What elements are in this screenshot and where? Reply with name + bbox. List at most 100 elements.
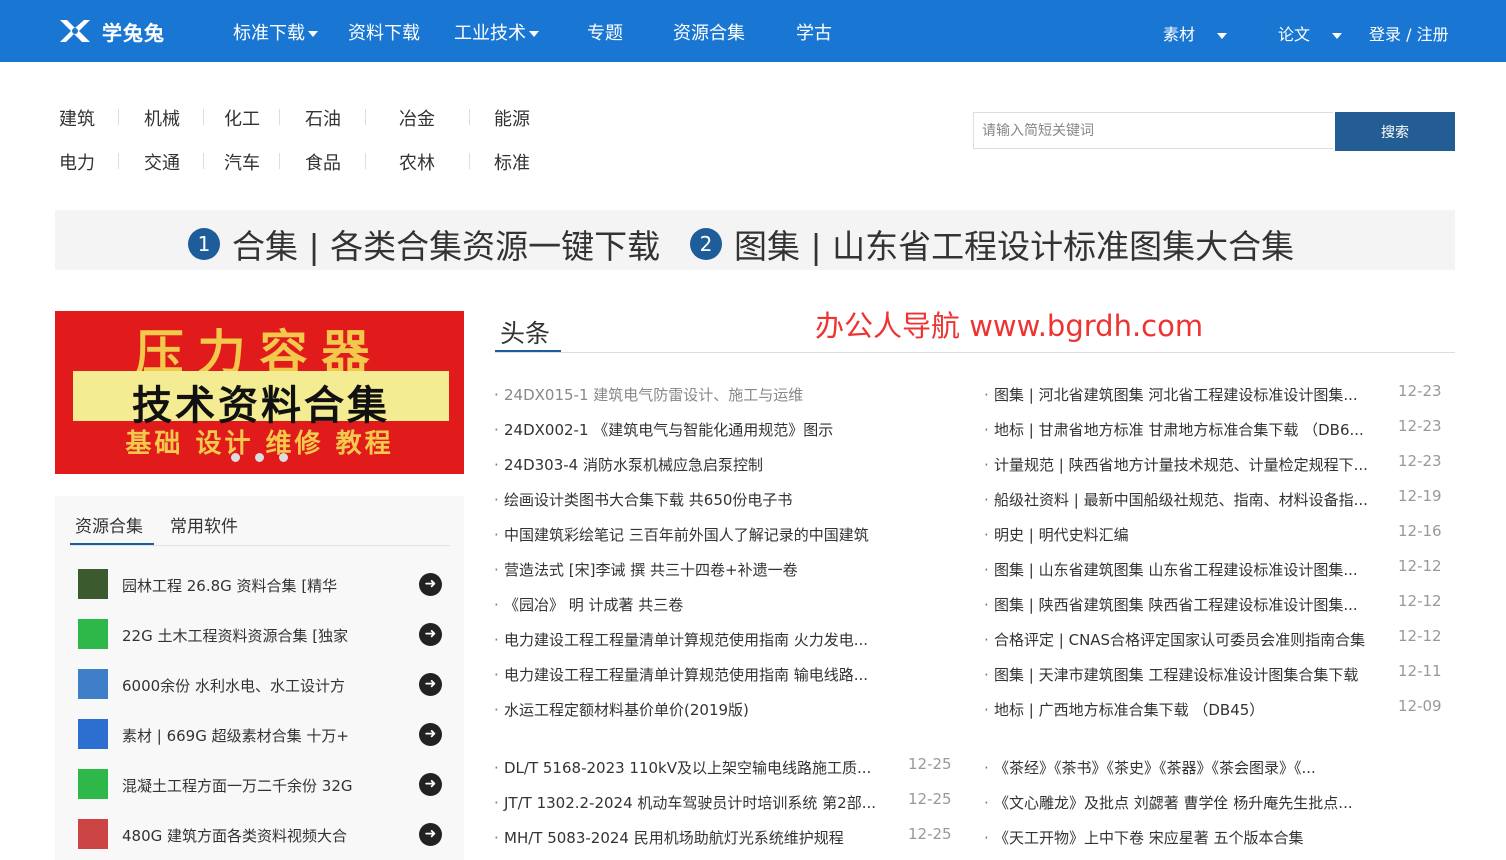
category-link[interactable]: 石油 bbox=[305, 105, 341, 131]
category-link[interactable]: 能源 bbox=[494, 105, 530, 131]
news-link[interactable]: · JT/T 1302.2-2024 机动车驾驶员计时培训系统 第2部... bbox=[494, 792, 892, 813]
news-title: 地标 | 广西地方标准合集下载 （DB45） bbox=[994, 701, 1265, 719]
news-link[interactable]: · 电力建设工程工程量清单计算规范使用指南 火力发电... bbox=[494, 629, 914, 650]
arrow-right-icon[interactable]: ➜ bbox=[419, 623, 442, 646]
nav-material-download[interactable]: 资料下载 bbox=[348, 19, 420, 45]
resource-title: 6000余份 水利水电、水工设计方 bbox=[122, 677, 345, 695]
news-title: MH/T 5083-2024 民用机场助航灯光系统维护规程 bbox=[504, 829, 844, 847]
carousel-dot[interactable] bbox=[255, 453, 264, 462]
tab-common-software[interactable]: 常用软件 bbox=[170, 512, 238, 537]
category-link[interactable]: 冶金 bbox=[399, 105, 435, 131]
news-link[interactable]: · DL/T 5168-2023 110kV及以上架空输电线路施工质... bbox=[494, 757, 892, 778]
bullet: · bbox=[494, 561, 499, 579]
bullet: · bbox=[494, 759, 499, 777]
divider bbox=[365, 109, 366, 125]
news-link[interactable]: · 电力建设工程工程量清单计算规范使用指南 输电线路... bbox=[494, 664, 914, 685]
category-link[interactable]: 标准 bbox=[494, 149, 530, 175]
nav-xuegu[interactable]: 学古 bbox=[796, 19, 832, 45]
login-register-link[interactable]: 登录 / 注册 bbox=[1369, 21, 1449, 45]
news-link[interactable]: · 《园冶》 明 计成著 共三卷 bbox=[494, 594, 914, 615]
category-link[interactable]: 化工 bbox=[224, 105, 260, 131]
nav-industrial-tech[interactable]: 工业技术 bbox=[454, 19, 539, 45]
divider bbox=[469, 153, 470, 169]
news-link[interactable]: · 24DX015-1 建筑电气防雷设计、施工与运维 bbox=[494, 384, 914, 405]
resource-item[interactable]: 素材 | 669G 超级素材合集 十万+ ➜ bbox=[78, 719, 442, 751]
news-title: 电力建设工程工程量清单计算规范使用指南 输电线路... bbox=[504, 666, 869, 684]
news-link[interactable]: · 《天工开物》上中下卷 宋应星著 五个版本合集 bbox=[984, 827, 1384, 848]
number-badge: 1 bbox=[188, 228, 220, 260]
tab-resource-collections[interactable]: 资源合集 bbox=[75, 512, 143, 537]
news-title: 24DX002-1 《建筑电气与智能化通用规范》图示 bbox=[504, 421, 834, 439]
news-link[interactable]: · 绘画设计类图书大合集下载 共650份电子书 bbox=[494, 489, 914, 510]
news-date: 12-12 bbox=[1398, 557, 1442, 575]
news-date: 12-12 bbox=[1398, 592, 1442, 610]
search-input[interactable] bbox=[973, 112, 1333, 149]
divider bbox=[365, 153, 366, 169]
news-link[interactable]: · 地标 | 广西地方标准合集下载 （DB45） bbox=[984, 699, 1388, 720]
category-link[interactable]: 机械 bbox=[144, 105, 180, 131]
news-link[interactable]: · 合格评定 | CNAS合格评定国家认可委员会准则指南合集 bbox=[984, 629, 1388, 650]
carousel-dot[interactable] bbox=[279, 453, 288, 462]
news-link[interactable]: · 《文心雕龙》及批点 刘勰著 曹学佺 杨升庵先生批点... bbox=[984, 792, 1384, 813]
news-link[interactable]: · 24DX002-1 《建筑电气与智能化通用规范》图示 bbox=[494, 419, 914, 440]
bullet: · bbox=[494, 829, 499, 847]
nav-topics[interactable]: 专题 bbox=[587, 19, 623, 45]
arrow-right-icon[interactable]: ➜ bbox=[419, 823, 442, 846]
nav-papers-dropdown[interactable]: 论文 bbox=[1278, 21, 1343, 45]
news-link[interactable]: · 水运工程定额材料基价单价(2019版) bbox=[494, 699, 914, 720]
category-link[interactable]: 电力 bbox=[59, 149, 95, 175]
bullet: · bbox=[494, 491, 499, 509]
arrow-right-icon[interactable]: ➜ bbox=[419, 723, 442, 746]
news-date: 12-23 bbox=[1398, 417, 1442, 435]
news-link[interactable]: · 船级社资料 | 最新中国船级社规范、指南、材料设备指... bbox=[984, 489, 1388, 510]
resource-item[interactable]: 22G 土木工程资料资源合集 [独家 ➜ bbox=[78, 619, 442, 651]
arrow-right-icon[interactable]: ➜ bbox=[419, 573, 442, 596]
news-link[interactable]: · 地标 | 甘肃省地方标准 甘肃地方标准合集下载 （DB6... bbox=[984, 419, 1388, 440]
bullet: · bbox=[984, 526, 989, 544]
site-logo[interactable]: 学兔兔 bbox=[58, 17, 165, 45]
category-link[interactable]: 汽车 bbox=[224, 149, 260, 175]
news-title: 《天工开物》上中下卷 宋应星著 五个版本合集 bbox=[994, 829, 1304, 847]
tab-headlines[interactable]: 头条 bbox=[500, 314, 550, 350]
banner-link-collections[interactable]: 1 合集 | 各类合集资源一键下载 bbox=[188, 220, 660, 268]
news-link[interactable]: · 图集 | 河北省建筑图集 河北省工程建设标准设计图集... bbox=[984, 384, 1388, 405]
news-link[interactable]: · 图集 | 天津市建筑图集 工程建设标准设计图集合集下载 bbox=[984, 664, 1388, 685]
news-link[interactable]: · 《茶经》《茶书》《茶史》《茶器》《茶会图录》《... bbox=[984, 757, 1384, 778]
banner-link-atlas[interactable]: 2 图集 | 山东省工程设计标准图集大合集 bbox=[690, 220, 1294, 268]
resource-title: 480G 建筑方面各类资料视频大合 bbox=[122, 827, 348, 845]
bullet: · bbox=[984, 794, 989, 812]
resource-title: 混凝土工程方面一万二千余份 32G bbox=[122, 777, 353, 795]
news-title: 图集 | 山东省建筑图集 山东省工程建设标准设计图集... bbox=[994, 561, 1358, 579]
resource-item[interactable]: 园林工程 26.8G 资料合集 [精华 ➜ bbox=[78, 569, 442, 601]
news-link[interactable]: · 营造法式 [宋]李诫 撰 共三十四卷+补遗一卷 bbox=[494, 559, 914, 580]
news-title: JT/T 1302.2-2024 机动车驾驶员计时培训系统 第2部... bbox=[504, 794, 877, 812]
carousel-dot[interactable] bbox=[231, 453, 240, 462]
news-link[interactable]: · 明史 | 明代史料汇编 bbox=[984, 524, 1388, 545]
arrow-right-icon[interactable]: ➜ bbox=[419, 673, 442, 696]
category-link[interactable]: 农林 bbox=[399, 149, 435, 175]
divider bbox=[70, 545, 450, 546]
news-title: 明史 | 明代史料汇编 bbox=[994, 526, 1129, 544]
bullet: · bbox=[984, 631, 989, 649]
bullet: · bbox=[984, 491, 989, 509]
nav-standard-download[interactable]: 标准下载 bbox=[233, 19, 318, 45]
search-button[interactable]: 搜索 bbox=[1335, 112, 1455, 151]
news-link[interactable]: · 图集 | 陕西省建筑图集 陕西省工程建设标准设计图集... bbox=[984, 594, 1388, 615]
category-link[interactable]: 建筑 bbox=[59, 105, 95, 131]
news-link[interactable]: · MH/T 5083-2024 民用机场助航灯光系统维护规程 bbox=[494, 827, 892, 848]
news-link[interactable]: · 计量规范 | 陕西省地方计量技术规范、计量检定规程下... bbox=[984, 454, 1388, 475]
nav-resource-collections[interactable]: 资源合集 bbox=[673, 19, 745, 45]
news-link[interactable]: · 24D303-4 消防水泵机械应急启泵控制 bbox=[494, 454, 914, 475]
news-date: 12-12 bbox=[1398, 627, 1442, 645]
arrow-right-icon[interactable]: ➜ bbox=[419, 773, 442, 796]
category-link[interactable]: 交通 bbox=[144, 149, 180, 175]
carousel-slide[interactable]: 压力容器 技术资料合集 基础 设计 维修 教程 bbox=[55, 311, 464, 474]
resource-item[interactable]: 6000余份 水利水电、水工设计方 ➜ bbox=[78, 669, 442, 701]
nav-materials-dropdown[interactable]: 素材 bbox=[1163, 21, 1228, 45]
resource-item[interactable]: 混凝土工程方面一万二千余份 32G ➜ bbox=[78, 769, 442, 801]
news-link[interactable]: · 中国建筑彩绘笔记 三百年前外国人了解记录的中国建筑 bbox=[494, 524, 914, 545]
news-link[interactable]: · 图集 | 山东省建筑图集 山东省工程建设标准设计图集... bbox=[984, 559, 1388, 580]
news-date: 12-11 bbox=[1398, 662, 1442, 680]
category-link[interactable]: 食品 bbox=[305, 149, 341, 175]
resource-item[interactable]: 480G 建筑方面各类资料视频大合 ➜ bbox=[78, 819, 442, 851]
